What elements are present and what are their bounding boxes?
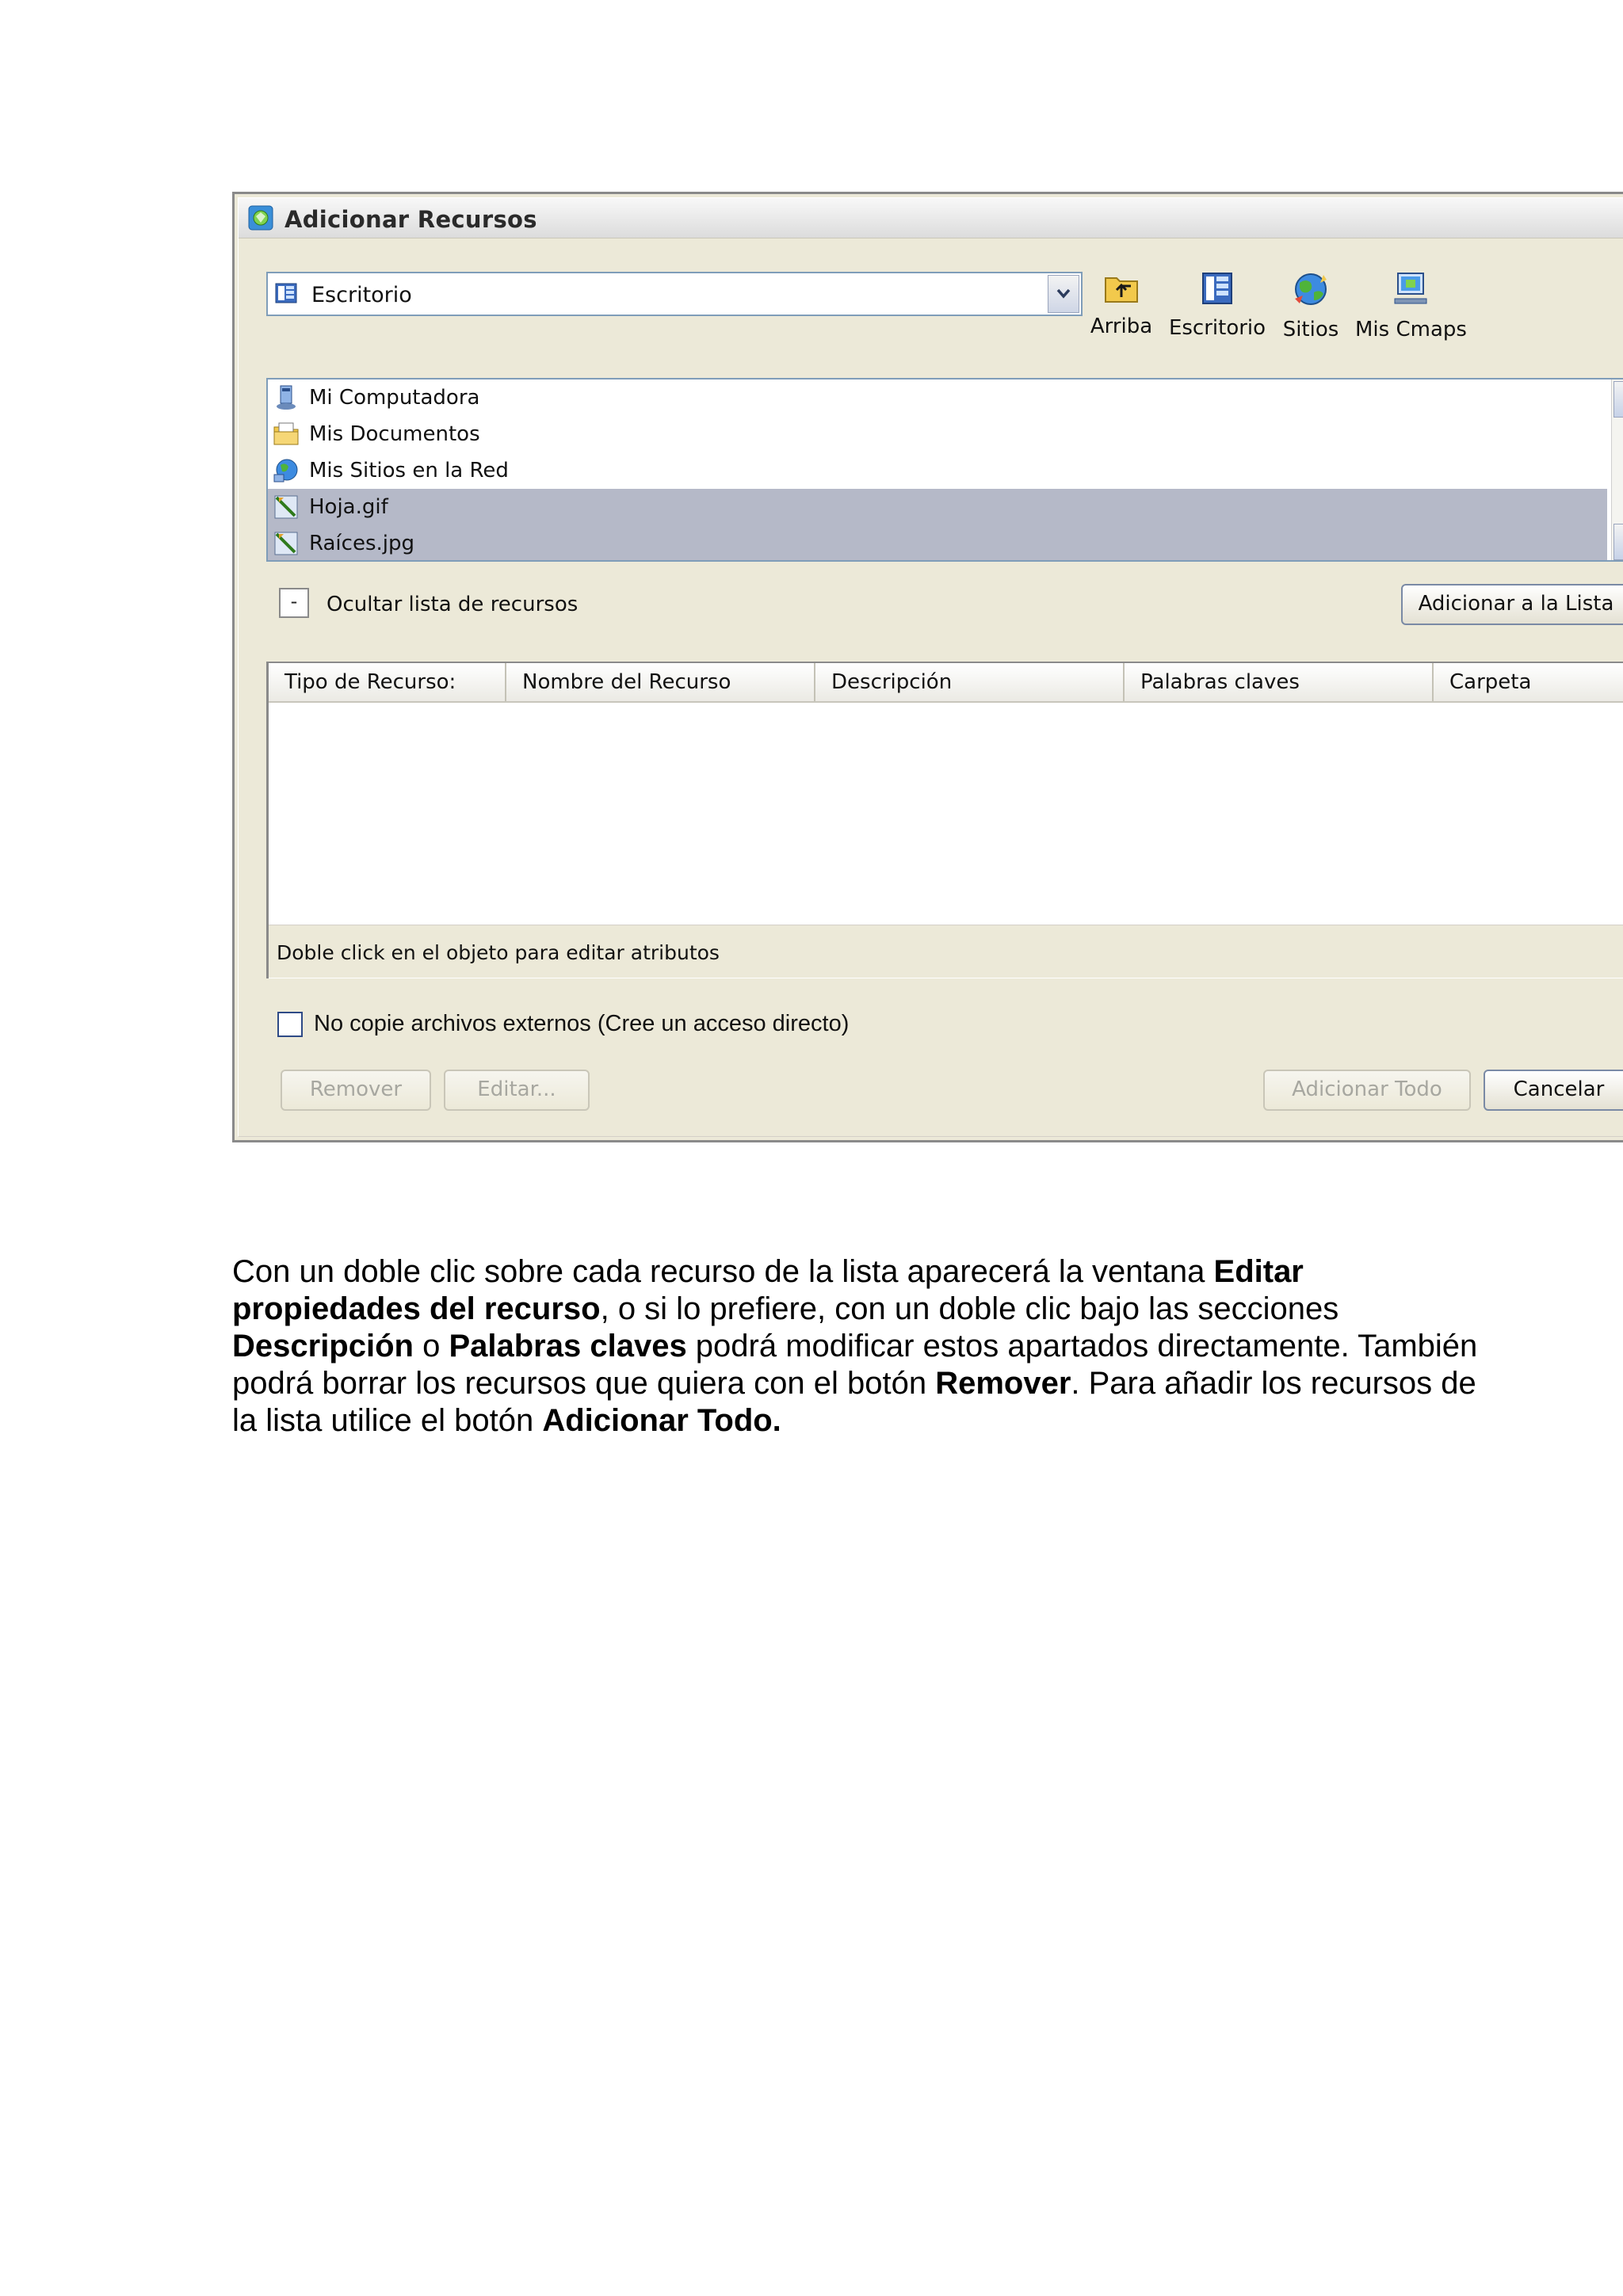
my-cmaps-label: Mis Cmaps (1355, 318, 1467, 341)
column-header-description[interactable]: Descripción (815, 663, 1125, 701)
paragraph-text: , o si lo prefiere, con un doble clic ba… (600, 1291, 1339, 1326)
location-value: Escritorio (311, 283, 412, 307)
desktop-button[interactable]: Escritorio (1168, 272, 1266, 359)
column-header-folder[interactable]: Carpeta (1434, 663, 1623, 701)
scroll-up-button[interactable] (1613, 381, 1623, 418)
globe-icon (1295, 273, 1327, 305)
folder-up-icon (1105, 277, 1138, 303)
paragraph-bold-text: Palabras claves (449, 1329, 687, 1363)
paragraph-text: o (413, 1329, 449, 1363)
file-list[interactable]: Mi Computadora Mis Documentos Mis Sitios… (266, 378, 1623, 562)
paragraph-bold-text: Descripción (232, 1329, 414, 1363)
computer-icon (277, 385, 296, 410)
image-file-icon (274, 532, 298, 555)
sites-button[interactable]: Sitios (1277, 272, 1344, 359)
table-hint-text: Doble click en el objeto para editar atr… (277, 941, 720, 964)
up-label: Arriba (1090, 315, 1153, 338)
table-header: Tipo de Recurso: Nombre del Recurso Desc… (269, 663, 1623, 703)
file-list-item[interactable]: Raíces.jpg (268, 525, 1607, 560)
table-status-bar: Doble click en el objeto para editar atr… (269, 925, 1623, 978)
paragraph-text: Con un doble clic sobre cada recurso de … (232, 1254, 1214, 1289)
paragraph-bold-text: Adicionar Todo. (542, 1403, 781, 1438)
add-to-list-button[interactable]: Adicionar a la Lista (1401, 584, 1623, 625)
column-header-keywords[interactable]: Palabras claves (1125, 663, 1434, 701)
file-list-item[interactable]: Mi Computadora (268, 379, 1607, 416)
documents-icon (273, 422, 299, 445)
desktop-icon (274, 281, 298, 305)
file-list-item[interactable]: Hoja.gif (268, 489, 1607, 525)
file-name: Hoja.gif (309, 495, 388, 519)
edit-button[interactable]: Editar... (444, 1070, 590, 1111)
paragraph-bold-text: Remover (935, 1366, 1071, 1401)
cancel-button[interactable]: Cancelar (1484, 1070, 1623, 1111)
sites-label: Sitios (1282, 318, 1339, 341)
my-cmaps-button[interactable]: Mis Cmaps (1355, 272, 1467, 359)
column-header-type[interactable]: Tipo de Recurso: (269, 663, 506, 701)
image-file-icon (274, 495, 298, 519)
toggle-symbol: - (290, 590, 298, 612)
hide-list-label: Ocultar lista de recursos (327, 593, 579, 616)
add-resources-dialog: Adicionar Recursos Escritorio Arriba Esc… (232, 192, 1623, 1142)
file-list-item[interactable]: Mis Documentos (268, 416, 1607, 452)
file-list-scrollbar[interactable] (1611, 379, 1623, 560)
file-name: Mis Documentos (309, 422, 480, 446)
desktop-icon (1202, 273, 1232, 304)
hide-list-toggle[interactable]: - (279, 588, 309, 618)
document-page: Adicionar Recursos Escritorio Arriba Esc… (0, 0, 1623, 2296)
desktop-label: Escritorio (1168, 316, 1266, 340)
chevron-down-icon[interactable] (1048, 275, 1079, 313)
file-name: Raíces.jpg (309, 532, 414, 555)
remove-button[interactable]: Remover (281, 1070, 431, 1111)
location-combobox[interactable]: Escritorio (266, 272, 1083, 316)
no-copy-checkbox[interactable] (277, 1012, 303, 1037)
resources-table[interactable]: Tipo de Recurso: Nombre del Recurso Desc… (266, 662, 1623, 978)
explanation-paragraph: Con un doble clic sobre cada recurso de … (232, 1253, 1500, 1440)
computer-icon (1394, 273, 1427, 304)
cmap-app-icon (248, 205, 273, 231)
file-list-item[interactable]: Mis Sitios en la Red (268, 452, 1607, 489)
dialog-titlebar[interactable]: Adicionar Recursos (239, 198, 1623, 238)
add-all-button[interactable]: Adicionar Todo (1263, 1070, 1471, 1111)
dialog-title: Adicionar Recursos (285, 206, 537, 233)
scroll-down-button[interactable] (1613, 524, 1623, 560)
up-button[interactable]: Arriba (1088, 272, 1155, 359)
column-header-name[interactable]: Nombre del Recurso (506, 663, 815, 701)
file-name: Mi Computadora (309, 386, 480, 410)
network-icon (273, 459, 298, 482)
no-copy-checkbox-label[interactable]: No copie archivos externos (Cree un acce… (314, 1011, 849, 1037)
file-name: Mis Sitios en la Red (309, 459, 509, 482)
